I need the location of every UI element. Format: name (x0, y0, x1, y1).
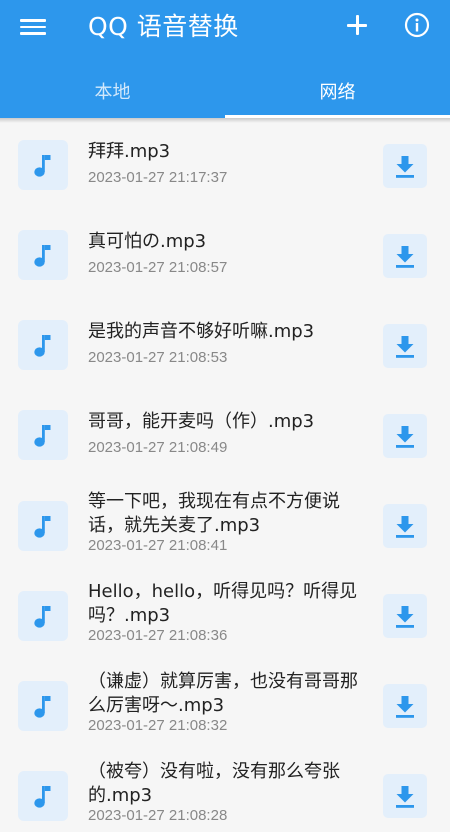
item-timestamp: 2023-01-27 21:08:28 (88, 807, 228, 824)
list-item[interactable]: （谦虚）就算厉害，也没有哥哥那么厉害呀～.mp3 2023-01-27 21:08… (0, 658, 450, 748)
download-icon (393, 333, 417, 359)
list-item[interactable]: 真可怕の.mp3 2023-01-27 21:08:57 (0, 208, 450, 298)
list-item[interactable]: （被夸）没有啦，没有那么夸张的.mp3 2023-01-27 21:08:28 (0, 748, 450, 832)
voice-list[interactable]: 拜拜.mp3 2023-01-27 21:17:37 真可怕の.mp3 2023-01… (0, 118, 450, 832)
item-title: 是我的声音不够好听嘛.mp3 (88, 321, 315, 342)
list-item[interactable]: Hello，hello，听得见吗？听得见吗？.mp3 2023-01-27 21:… (0, 568, 450, 658)
item-timestamp: 2023-01-27 21:08:32 (88, 717, 228, 734)
item-timestamp: 2023-01-27 21:08:53 (88, 349, 228, 366)
download-icon (393, 243, 417, 269)
add-icon[interactable] (344, 12, 370, 38)
item-timestamp: 2023-01-27 21:08:36 (88, 627, 228, 644)
list-item[interactable]: 等一下吧，我现在有点不方便说话，就先关麦了.mp3 2023-01-27 21:0… (0, 478, 450, 568)
list-item[interactable]: 哥哥，能开麦吗（作）.mp3 2023-01-27 21:08:49 (0, 388, 450, 478)
item-title: 等一下吧，我现在有点不方便说话，就先关麦了.mp3 (88, 491, 340, 536)
download-icon (393, 603, 417, 629)
download-icon (393, 423, 417, 449)
download-button[interactable] (383, 684, 427, 728)
item-title: （被夸）没有啦，没有那么夸张的.mp3 (88, 761, 340, 806)
download-button[interactable] (383, 774, 427, 818)
item-timestamp: 2023-01-27 21:17:37 (88, 169, 228, 186)
download-button[interactable] (383, 324, 427, 368)
music-note-icon (18, 771, 68, 821)
item-title: （谦虚）就算厉害，也没有哥哥那么厉害呀～.mp3 (88, 671, 358, 716)
tab-bar: 本地 网络 (0, 68, 450, 118)
music-note-icon (18, 320, 68, 370)
download-button[interactable] (383, 414, 427, 458)
music-note-icon (18, 681, 68, 731)
list-item[interactable]: 拜拜.mp3 2023-01-27 21:17:37 (0, 118, 450, 208)
toolbar: QQ 语音替换 (0, 0, 450, 56)
list-item[interactable]: 是我的声音不够好听嘛.mp3 2023-01-27 21:08:53 (0, 298, 450, 388)
item-timestamp: 2023-01-27 21:08:49 (88, 439, 228, 456)
download-button[interactable] (383, 594, 427, 638)
item-title: 哥哥，能开麦吗（作）.mp3 (88, 411, 315, 432)
app-title: QQ 语音替换 (88, 12, 239, 41)
tab-local[interactable]: 本地 (0, 68, 225, 118)
music-note-icon (18, 410, 68, 460)
app-bar: QQ 语音替换 本地 网络 (0, 0, 450, 118)
menu-icon[interactable] (20, 14, 46, 40)
item-timestamp: 2023-01-27 21:08:41 (88, 537, 228, 554)
download-button[interactable] (383, 144, 427, 188)
download-icon (393, 513, 417, 539)
music-note-icon (18, 230, 68, 280)
download-icon (393, 153, 417, 179)
item-title: 拜拜.mp3 (88, 141, 171, 162)
item-timestamp: 2023-01-27 21:08:57 (88, 259, 228, 276)
info-icon[interactable] (404, 12, 430, 38)
download-icon (393, 693, 417, 719)
item-title: Hello，hello，听得见吗？听得见吗？.mp3 (88, 581, 358, 626)
download-icon (393, 783, 417, 809)
app-bar-shadow (0, 118, 450, 123)
music-note-icon (18, 501, 68, 551)
download-button[interactable] (383, 234, 427, 278)
music-note-icon (18, 591, 68, 641)
music-note-icon (18, 140, 68, 190)
item-title: 真可怕の.mp3 (88, 231, 207, 252)
download-button[interactable] (383, 504, 427, 548)
tab-network[interactable]: 网络 (225, 68, 450, 118)
